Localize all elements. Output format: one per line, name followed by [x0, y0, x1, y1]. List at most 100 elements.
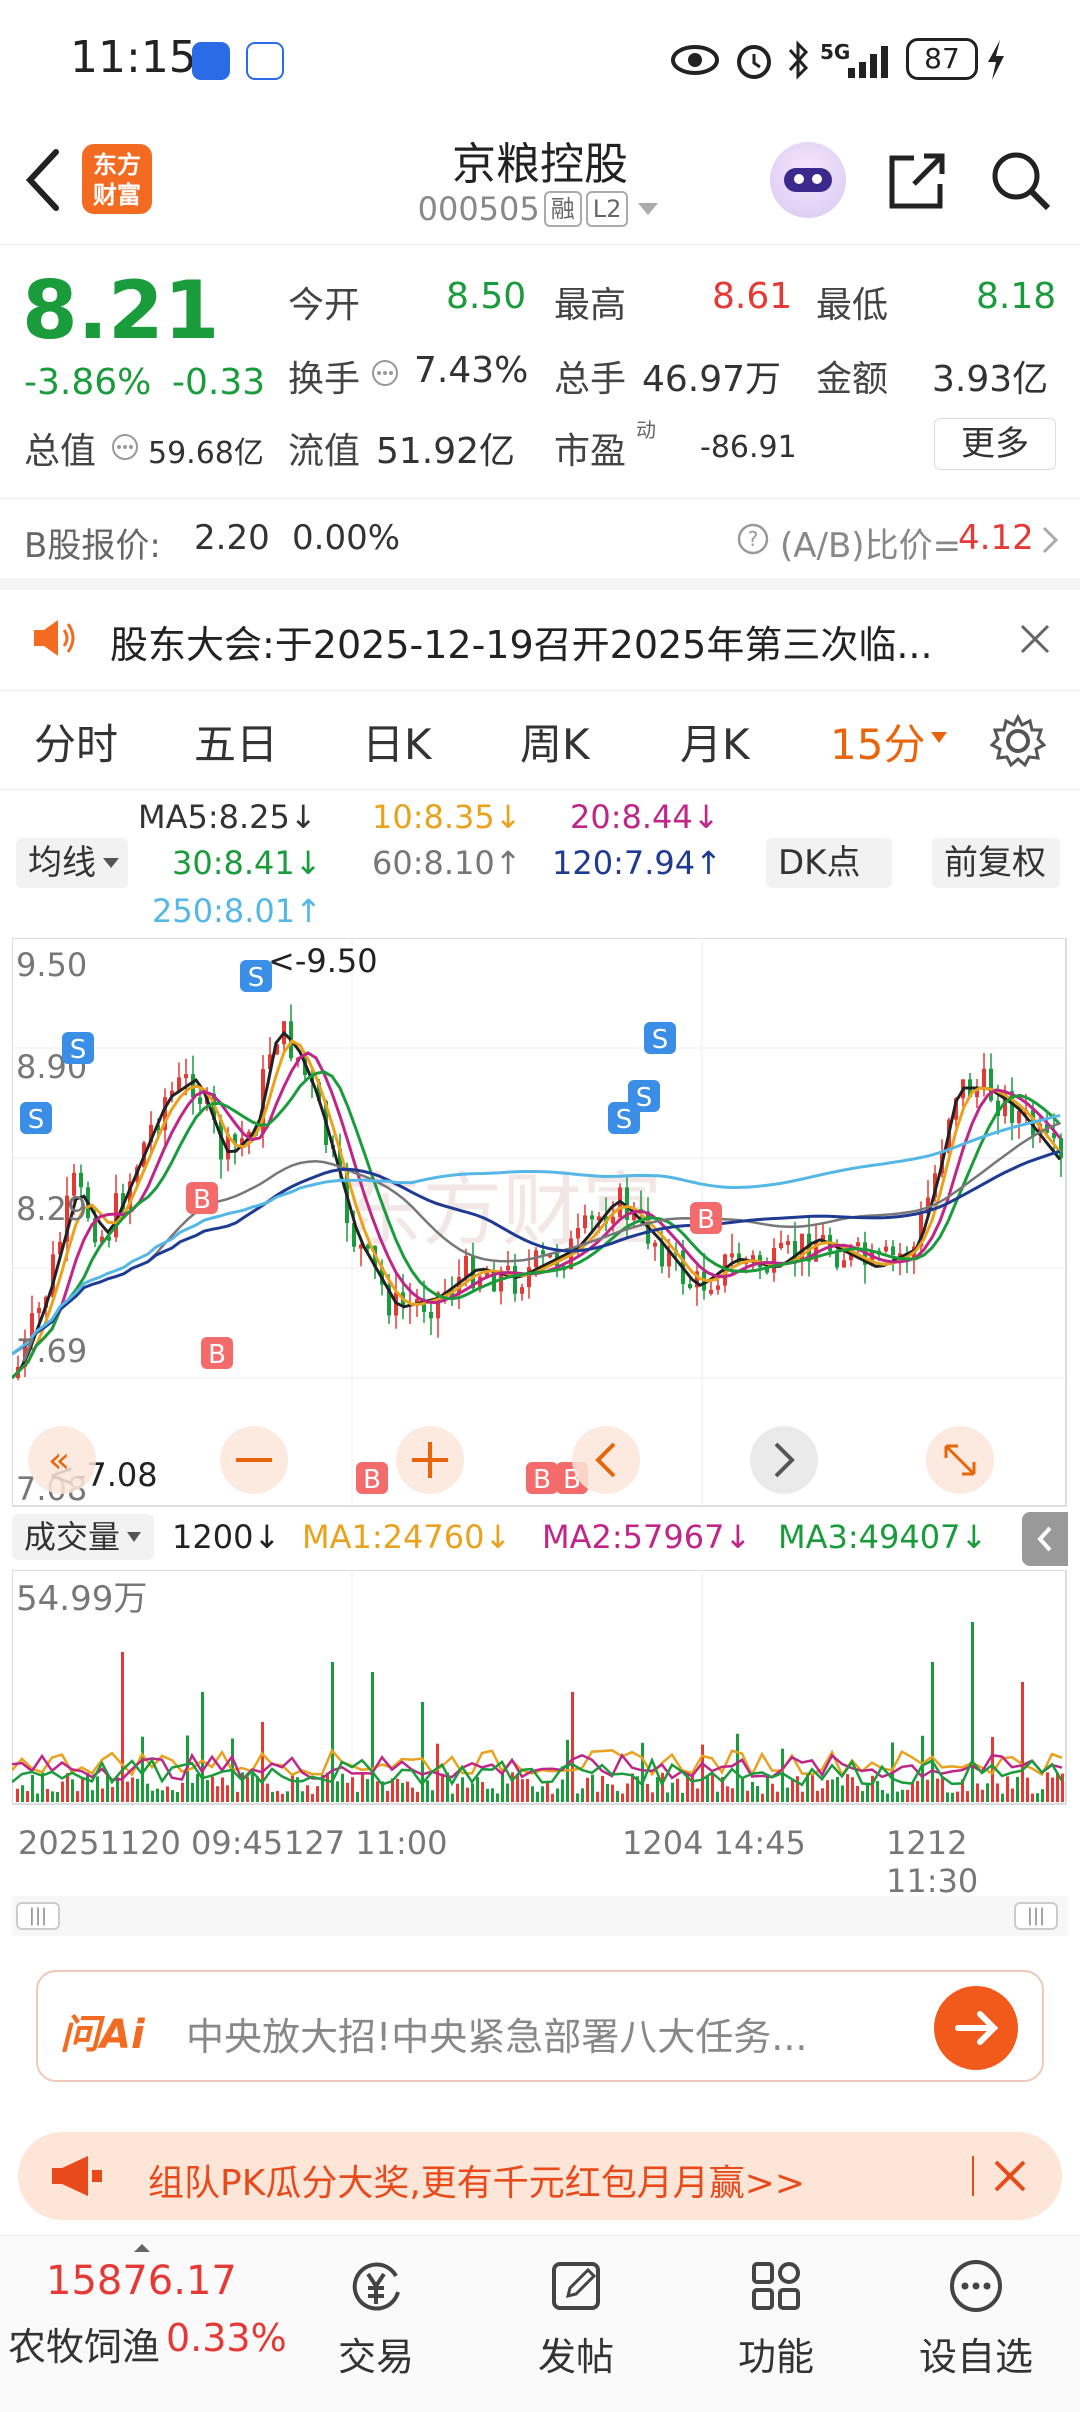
bshare-row[interactable]: B股报价: 2.20 0.00% ? (A/B)比价= 4.12	[0, 500, 1080, 578]
volume-bar	[536, 1791, 539, 1802]
mktcap-label: 总值	[24, 431, 97, 472]
volume-bar	[706, 1775, 709, 1802]
volume-bar	[101, 1788, 104, 1802]
candle-body	[653, 1242, 657, 1247]
volume-bar	[851, 1777, 854, 1802]
close-icon[interactable]	[990, 2156, 1030, 2196]
ma10-label: 10:8.35↓	[372, 798, 522, 836]
bshare-pct: 0.00%	[292, 518, 401, 558]
sell-marker[interactable]: S	[240, 960, 272, 993]
volume-bar	[761, 1793, 764, 1802]
tab-daily-k[interactable]: 日K	[362, 711, 432, 772]
buy-marker[interactable]: B	[690, 1202, 722, 1235]
ai-robot-icon[interactable]	[770, 142, 846, 218]
vol-ma3: MA3:49407↓	[778, 1518, 988, 1556]
range-handle-right[interactable]: |||	[1014, 1902, 1058, 1930]
nav-trade[interactable]: 交易	[306, 2256, 446, 2381]
gear-icon[interactable]	[990, 713, 1046, 769]
bluetooth-icon	[788, 40, 809, 80]
volume-indicator-select[interactable]: 成交量	[12, 1514, 155, 1560]
volume-bar	[661, 1772, 664, 1802]
x-label-4: 1212 11:30	[886, 1824, 979, 1900]
volume-bar	[336, 1781, 339, 1802]
nav-functions[interactable]: 功能	[706, 2256, 846, 2381]
range-scrollbar[interactable]: ||| |||	[12, 1896, 1068, 1936]
sell-marker[interactable]: S	[62, 1032, 94, 1065]
candle-body	[688, 1283, 692, 1288]
volume-bar	[591, 1774, 594, 1802]
volume-bar	[136, 1778, 139, 1802]
volume-bar	[496, 1793, 499, 1802]
volume-bar	[671, 1782, 674, 1802]
info-dots-icon[interactable]	[110, 432, 140, 462]
promo-text: 组队PK瓜分大奖,更有千元红包月月赢>>	[148, 2163, 806, 2204]
nav-post[interactable]: 发帖	[506, 2256, 646, 2381]
volume-bar	[96, 1776, 99, 1802]
candle-body	[660, 1242, 664, 1267]
marker-letter: B	[193, 1185, 211, 1215]
close-icon[interactable]	[1018, 622, 1052, 656]
tab-monthly-k[interactable]: 月K	[680, 711, 750, 772]
candle-body	[982, 1068, 986, 1088]
dk-point-button[interactable]: DK点	[766, 838, 892, 888]
info-dots-icon[interactable]	[370, 358, 400, 388]
marker-letter: B	[697, 1205, 715, 1235]
scroll-right-button[interactable]	[750, 1426, 818, 1494]
volume-bar	[771, 1783, 774, 1802]
buy-marker[interactable]: B	[526, 1462, 558, 1495]
collapse-panel-button[interactable]	[1022, 1512, 1068, 1566]
vol-ma1: MA1:24760↓	[302, 1518, 512, 1556]
sell-marker[interactable]: S	[20, 1102, 52, 1135]
volume-bar	[696, 1788, 699, 1802]
sell-marker[interactable]: S	[644, 1022, 676, 1055]
yen-icon	[352, 2262, 400, 2311]
pe-label: 市盈	[554, 431, 627, 472]
notice-bar[interactable]: 股东大会:于2025-12-19召开2025年第三次临...	[0, 590, 1080, 686]
volume-bar	[306, 1785, 309, 1802]
pe-value: -86.91	[700, 430, 797, 465]
more-button[interactable]: 更多	[934, 418, 1056, 470]
alarm-icon	[737, 45, 771, 79]
buy-marker[interactable]: B	[356, 1462, 388, 1495]
adjust-button[interactable]: 前复权	[932, 838, 1060, 888]
range-handle-left[interactable]: |||	[16, 1902, 60, 1930]
caret-down-icon	[638, 203, 659, 215]
scroll-left-button[interactable]	[572, 1426, 640, 1494]
share-icon[interactable]	[886, 150, 948, 212]
volume-bar	[501, 1772, 504, 1802]
nav-add-watchlist[interactable]: 设自选	[906, 2256, 1046, 2381]
buy-marker[interactable]: B	[201, 1337, 233, 1370]
volume-bar	[716, 1791, 719, 1802]
tab-five-day[interactable]: 五日	[194, 711, 278, 772]
marker-letter: S	[70, 1035, 87, 1065]
candle-body	[527, 1267, 531, 1288]
volume-chart[interactable]: 54.99万	[12, 1570, 1068, 1806]
tab-15min[interactable]: 15分	[830, 711, 925, 772]
question-icon[interactable]: ?	[736, 522, 770, 556]
sell-marker[interactable]: S	[628, 1080, 660, 1113]
candle-body	[891, 1246, 895, 1256]
baidu-icon	[246, 42, 284, 80]
volume-bar	[211, 1776, 214, 1802]
period-tabs: 分时 五日 日K 周K 月K 15分	[0, 690, 1080, 790]
kline-chart[interactable]: 东方财富 9.50 8.90 8.29 7.69 7.08 <-9.50 <-7…	[12, 938, 1068, 1508]
high-value: 8.61	[712, 276, 793, 317]
volume-bar	[956, 1791, 959, 1802]
sector-name[interactable]: 农牧饲渔	[8, 2316, 160, 2371]
buy-marker[interactable]: B	[186, 1182, 218, 1215]
tab-intraday[interactable]: 分时	[34, 711, 118, 772]
ai-submit-button[interactable]	[934, 1986, 1018, 2070]
volume-bar	[711, 1773, 714, 1802]
indicator-select[interactable]: 均线	[16, 838, 128, 888]
volume-bar	[1041, 1789, 1044, 1802]
volume-bar	[126, 1781, 129, 1802]
search-icon[interactable]	[988, 148, 1054, 214]
promo-banner[interactable]: 组队PK瓜分大奖,更有千元红包月月赢>>	[18, 2132, 1062, 2220]
volume-label: 总手	[554, 359, 627, 400]
ai-search-bar[interactable]: 问Ai 中央放大招!中央紧急部署八大任务...	[36, 1970, 1044, 2082]
volume-bar	[291, 1774, 294, 1802]
tab-weekly-k[interactable]: 周K	[520, 711, 590, 772]
sector-index-value[interactable]: 15876.17	[46, 2258, 237, 2304]
volume-bar	[416, 1791, 419, 1802]
volume-bar	[401, 1782, 404, 1802]
